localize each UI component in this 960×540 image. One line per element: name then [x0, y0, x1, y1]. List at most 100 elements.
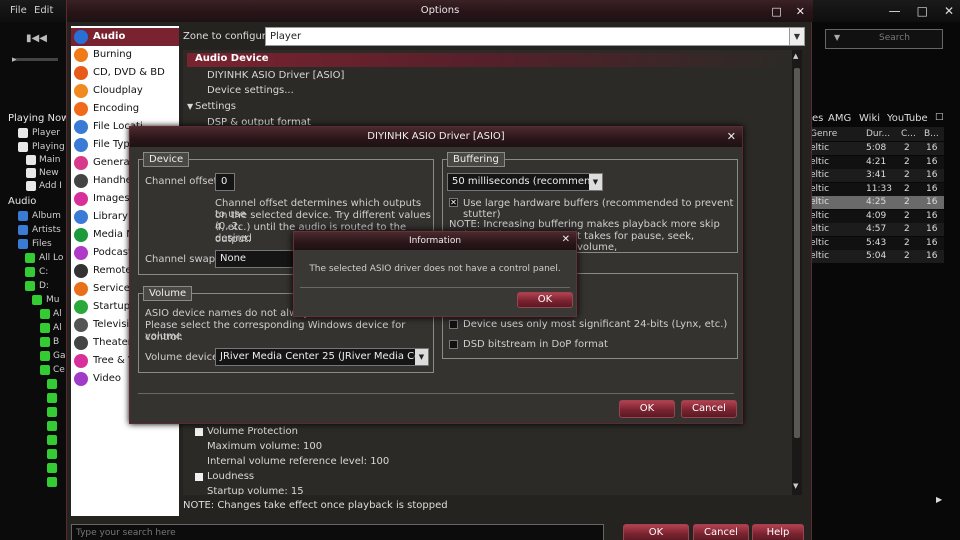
tree-b[interactable]: B: [53, 337, 59, 347]
table-row[interactable]: eltic 4:09 2 16: [808, 209, 944, 223]
table-row[interactable]: eltic 5:04 2 16: [808, 250, 944, 263]
chevron-down-icon[interactable]: ▼: [789, 28, 804, 45]
chevron-down-icon[interactable]: ▼: [589, 174, 602, 190]
tree-player[interactable]: Player: [32, 128, 60, 138]
tab-amg[interactable]: AMG: [828, 113, 851, 124]
cell-c: 2: [904, 224, 910, 234]
volume-device-select[interactable]: JRiver Media Center 25 (JRiver Media Cen…: [215, 348, 429, 366]
options-title: Options: [420, 5, 460, 16]
cell-dur: 5:43: [866, 237, 887, 248]
chevron-down-icon[interactable]: ▼: [415, 349, 428, 365]
tab-youtube[interactable]: YouTube: [887, 113, 928, 124]
tree-playing[interactable]: Playing: [32, 142, 65, 152]
tree-new[interactable]: New: [39, 168, 59, 178]
asio-cancel-button[interactable]: Cancel: [681, 400, 737, 418]
tree-all-locations[interactable]: All Lo: [39, 253, 63, 263]
tree-ga[interactable]: Ga: [53, 351, 66, 361]
tree-add[interactable]: Add I: [39, 181, 62, 191]
loudness-checkbox[interactable]: [195, 473, 203, 481]
sidebar-item-cd-dvd-bd[interactable]: CD, DVD & BD: [71, 64, 179, 82]
sidebar-item-label: Theater: [93, 337, 132, 348]
tree-playing-now[interactable]: Playing Now: [8, 113, 69, 124]
sidebar-item-audio[interactable]: Audio: [71, 28, 179, 46]
table-row[interactable]: eltic 5:43 2 16: [808, 236, 944, 250]
buffer-size-select[interactable]: 50 milliseconds (recommended) ▼: [447, 173, 603, 191]
zone-select[interactable]: Player ▼: [265, 27, 805, 46]
scroll-down-icon[interactable]: ▼: [793, 482, 798, 490]
options-ok-button[interactable]: OK: [623, 524, 689, 540]
options-help-button[interactable]: Help: [752, 524, 804, 540]
tree-al-1[interactable]: Al: [53, 309, 62, 319]
tab-services[interactable]: es: [812, 113, 823, 124]
col-duration[interactable]: Dur...: [866, 129, 890, 139]
playing-icon: [18, 142, 28, 152]
dsd-checkbox[interactable]: [449, 340, 458, 349]
table-row[interactable]: eltic 5:08 2 16: [808, 142, 944, 155]
tree-ce[interactable]: Ce: [53, 365, 65, 375]
tree-drive-c[interactable]: C:: [39, 267, 48, 277]
table-row[interactable]: eltic 4:57 2 16: [808, 223, 944, 236]
col-genre[interactable]: Genre: [810, 129, 837, 139]
cell-genre: eltic: [810, 197, 830, 207]
channel-swap-select[interactable]: None: [215, 250, 295, 268]
sidebar-item-label: Startup: [93, 301, 131, 312]
cell-b: 16: [926, 143, 938, 153]
asio-title-bar: DIYINHK ASIO Driver [ASIO]: [130, 127, 742, 147]
close-icon[interactable]: ✕: [562, 234, 570, 245]
tree-drive-d[interactable]: D:: [39, 281, 49, 291]
channel-offset-input[interactable]: 0: [215, 173, 235, 191]
close-icon[interactable]: ✕: [796, 5, 805, 18]
previous-track-icon[interactable]: ▮◀◀: [26, 33, 47, 44]
max-volume[interactable]: Maximum volume: 100: [207, 441, 322, 452]
tree-artists[interactable]: Artists: [32, 225, 61, 235]
asio-ok-button[interactable]: OK: [619, 400, 675, 418]
category-icon: [74, 354, 88, 368]
tree-main[interactable]: Main: [39, 155, 61, 165]
sidebar-item-burning[interactable]: Burning: [71, 46, 179, 64]
device-settings-link[interactable]: Device settings...: [207, 85, 294, 96]
table-row[interactable]: eltic 4:25 2 16: [808, 196, 944, 209]
volume-slider[interactable]: [14, 58, 58, 61]
tree-music[interactable]: Mu: [46, 295, 59, 305]
table-row[interactable]: eltic 4:21 2 16: [808, 155, 944, 169]
large-buffers-checkbox[interactable]: ✕: [449, 198, 458, 207]
table-row[interactable]: eltic 11:33 2 16: [808, 182, 944, 196]
sidebar-item-encoding[interactable]: Encoding: [71, 100, 179, 118]
asio-title: DIYINHK ASIO Driver [ASIO]: [367, 131, 505, 142]
menu-edit[interactable]: Edit: [34, 5, 53, 16]
tree-al-2[interactable]: Al: [53, 323, 62, 333]
options-cancel-button[interactable]: Cancel: [693, 524, 749, 540]
scroll-up-icon[interactable]: ▲: [793, 52, 798, 60]
tree-album[interactable]: Album: [32, 211, 61, 221]
main-search-box[interactable]: ▼ Search: [825, 29, 943, 49]
internal-volume[interactable]: Internal volume reference level: 100: [207, 456, 389, 467]
tree-files[interactable]: Files: [32, 239, 52, 249]
maximize-icon[interactable]: □: [917, 4, 928, 18]
msb-24-checkbox[interactable]: [449, 320, 458, 329]
device-name[interactable]: DIYINHK ASIO Driver [ASIO]: [207, 70, 344, 81]
options-search-input[interactable]: Type your search here: [71, 524, 604, 540]
scroll-right-icon[interactable]: ▶: [936, 495, 942, 504]
info-ok-button[interactable]: OK: [517, 292, 573, 308]
tab-popout-icon[interactable]: □: [935, 112, 944, 122]
volume-protection-checkbox[interactable]: [195, 428, 203, 436]
minimize-icon[interactable]: —: [889, 4, 901, 18]
tree-audio[interactable]: Audio: [8, 196, 36, 207]
settings-scrollbar[interactable]: ▲ ▼: [792, 50, 802, 495]
scrollbar-thumb[interactable]: [794, 68, 800, 438]
startup-volume[interactable]: Startup volume: 15: [207, 486, 304, 495]
close-icon[interactable]: ✕: [944, 4, 954, 18]
maximize-icon[interactable]: □: [771, 5, 781, 18]
col-channels[interactable]: C...: [901, 129, 916, 139]
col-bits[interactable]: B...: [924, 129, 939, 139]
cell-genre: eltic: [810, 170, 830, 180]
sidebar-item-cloudplay[interactable]: Cloudplay: [71, 82, 179, 100]
menu-file[interactable]: File: [10, 5, 27, 16]
folder-icon: [40, 323, 50, 333]
expand-triangle-icon[interactable]: ▼: [187, 102, 193, 111]
table-row[interactable]: eltic 3:41 2 16: [808, 169, 944, 182]
search-dropdown-icon[interactable]: ▼: [834, 33, 840, 42]
close-icon[interactable]: ✕: [727, 130, 736, 143]
tab-wiki[interactable]: Wiki: [859, 113, 880, 124]
cell-c: 2: [904, 197, 910, 207]
